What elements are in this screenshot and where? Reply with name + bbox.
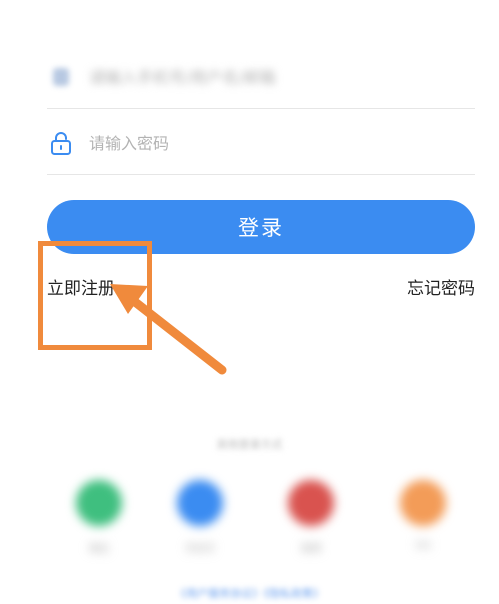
third-party-label: 微博 [301, 544, 321, 555]
forgot-password-link[interactable]: 忘记密码 [407, 274, 475, 299]
login-screen: 登录 立即注册 忘记密码 其他登录方式 微信 手机号 微博 QQ 《用户服务协议… [0, 0, 499, 604]
phone-login-button[interactable]: 手机号 [165, 480, 235, 555]
third-party-login: 微信 手机号 微博 QQ [0, 480, 499, 570]
other-login-divider: 其他登录方式 [216, 438, 283, 451]
weibo-icon [288, 480, 334, 526]
password-row [47, 112, 475, 175]
phone-icon [177, 480, 223, 526]
lock-icon [49, 131, 73, 155]
login-button[interactable]: 登录 [47, 200, 475, 254]
qq-login-button[interactable]: QQ [388, 480, 458, 551]
user-icon [49, 65, 73, 89]
username-row [47, 46, 475, 109]
wechat-login-button[interactable]: 微信 [64, 480, 134, 555]
register-link[interactable]: 立即注册 [47, 274, 115, 299]
third-party-label: 手机号 [185, 544, 215, 555]
qq-icon [400, 480, 446, 526]
weibo-login-button[interactable]: 微博 [276, 480, 346, 555]
username-input[interactable] [89, 67, 449, 87]
third-party-label: QQ [415, 540, 431, 551]
wechat-icon [76, 480, 122, 526]
password-input[interactable] [89, 133, 449, 153]
third-party-label: 微信 [89, 544, 109, 555]
agreement-links[interactable]: 《用户服务协议》《隐私政策》 [0, 585, 499, 601]
